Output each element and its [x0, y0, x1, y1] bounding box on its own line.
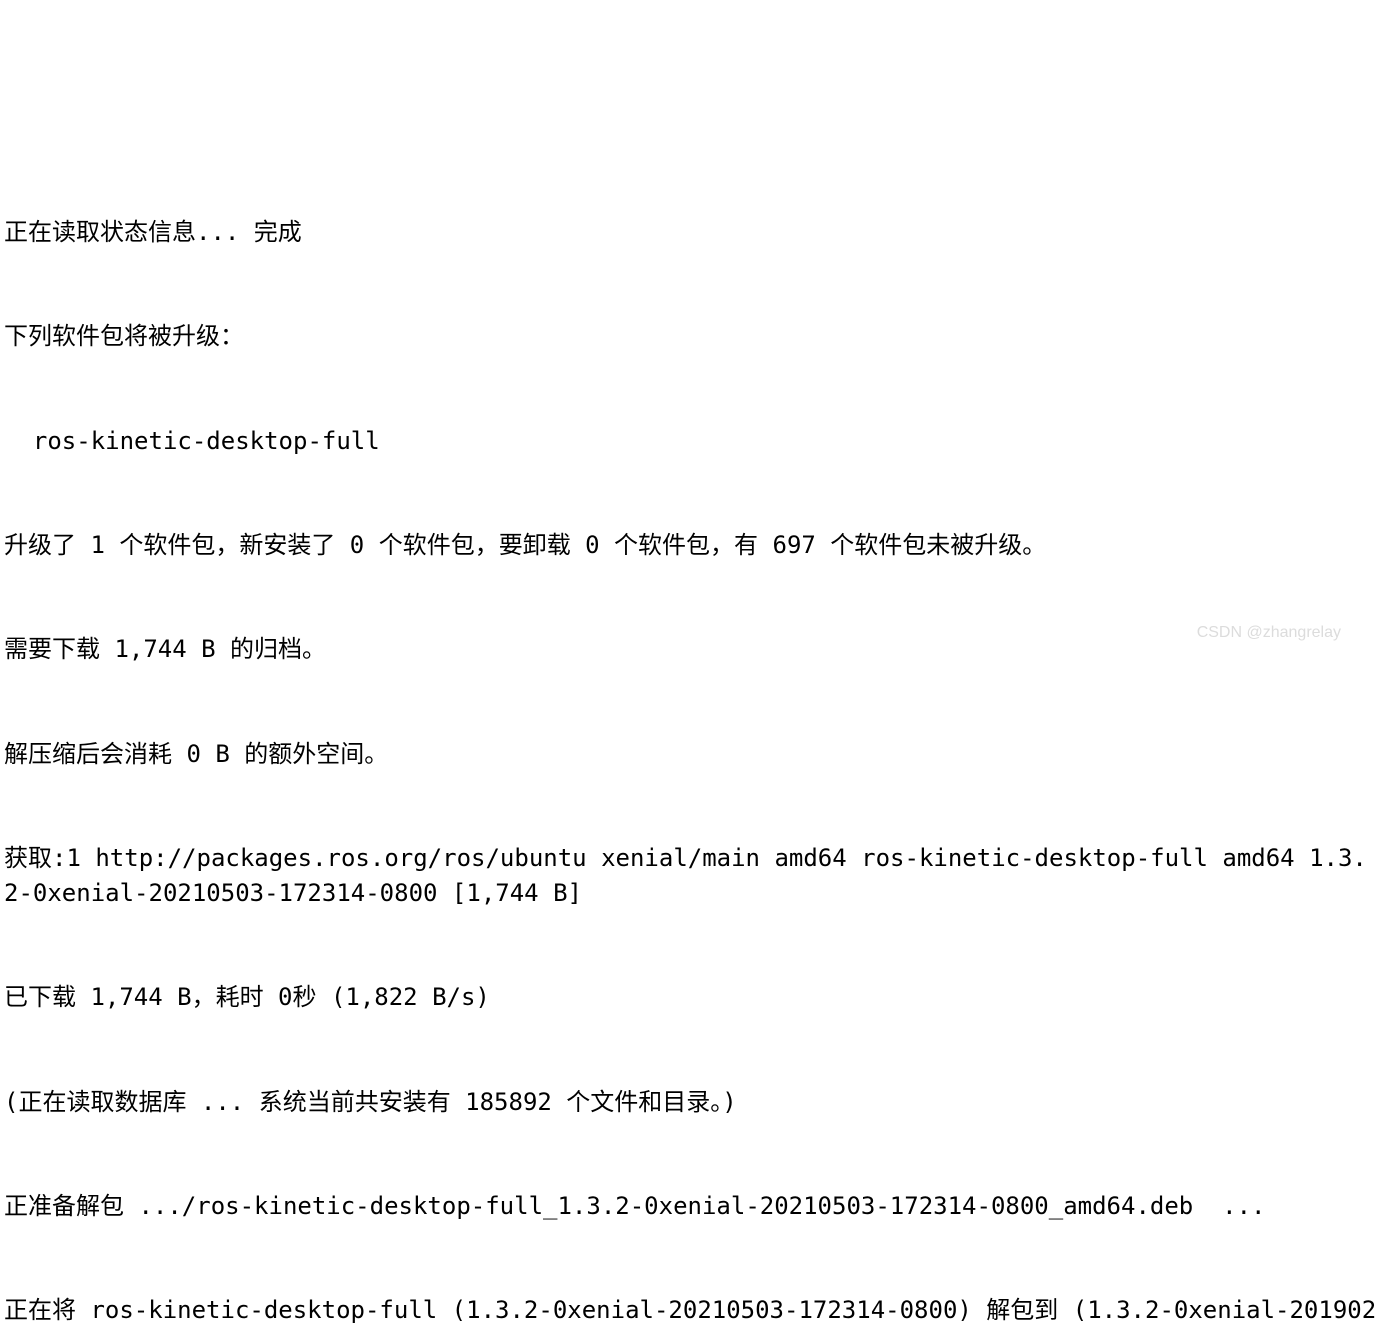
output-line: ros-kinetic-desktop-full [4, 424, 1377, 459]
output-line: (正在读取数据库 ... 系统当前共安装有 185892 个文件和目录。) [4, 1085, 1377, 1120]
output-line: 解压缩后会消耗 0 B 的额外空间。 [4, 737, 1377, 772]
output-line: 需要下载 1,744 B 的归档。 [4, 632, 1377, 667]
output-line: 升级了 1 个软件包，新安装了 0 个软件包，要卸载 0 个软件包，有 697 … [4, 528, 1377, 563]
terminal-output[interactable]: 正在读取状态信息... 完成 下列软件包将被升级： ros-kinetic-de… [4, 145, 1377, 1332]
output-line: 正准备解包 .../ros-kinetic-desktop-full_1.3.2… [4, 1189, 1377, 1224]
output-line: 已下载 1,744 B，耗时 0秒 (1,822 B/s) [4, 980, 1377, 1015]
output-line: 正在读取状态信息... 完成 [4, 215, 1377, 250]
output-line: 下列软件包将被升级： [4, 319, 1377, 354]
output-line: 正在将 ros-kinetic-desktop-full (1.3.2-0xen… [4, 1293, 1377, 1332]
output-line: 获取:1 http://packages.ros.org/ros/ubuntu … [4, 841, 1377, 911]
